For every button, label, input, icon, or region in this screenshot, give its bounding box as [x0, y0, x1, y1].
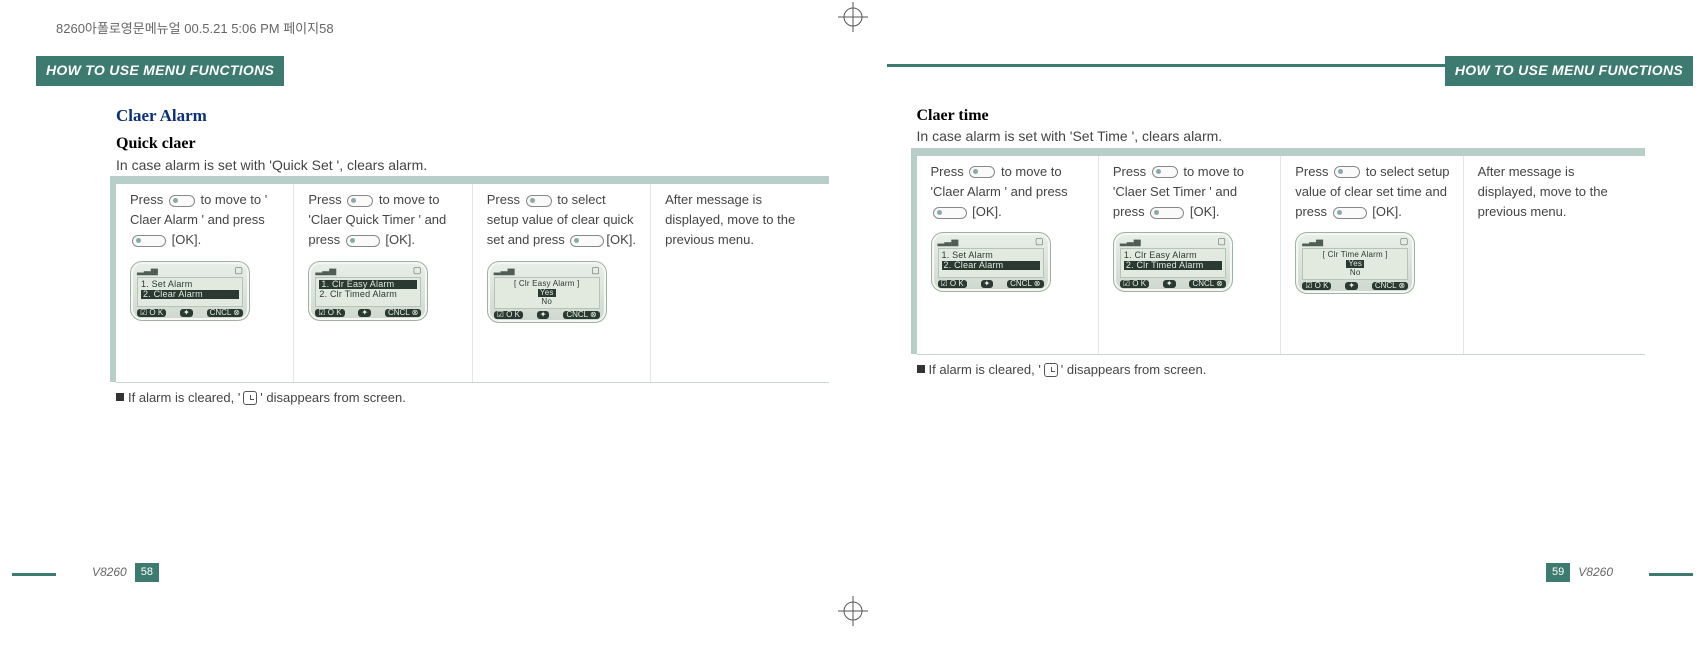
- lcd-screen: ▂▃▅▢ 1. Clr Easy Alarm2. Clr Timed Alarm…: [308, 261, 428, 321]
- step-cell: Press to select setup value of clear qui…: [472, 182, 650, 382]
- lcd-screen: ▂▃▅▢ [ Clr Easy Alarm ]YesNo ☑ O K✦CNCL …: [487, 261, 607, 323]
- alarm-clock-icon: [243, 391, 257, 405]
- crop-mark-bottom: [838, 596, 868, 626]
- page-number: 59: [1546, 563, 1570, 582]
- step-text: Press to move to 'Claer Alarm ' and pres…: [931, 162, 1086, 222]
- step-cell: Press to move to 'Claer Set Timer ' and …: [1098, 154, 1280, 354]
- page-right: HOW TO USE MENU FUNCTIONS Claer time In …: [853, 50, 1670, 590]
- steps-row: Press to move to 'Claer Alarm ' and pres…: [917, 153, 1646, 355]
- alarm-clock-icon: [1044, 363, 1058, 377]
- intro-q: 'Quick Set ': [269, 157, 339, 173]
- ok-key-icon: [132, 235, 166, 247]
- step-text: Press to move to ' Claer Alarm ' and pre…: [130, 190, 281, 250]
- lcd-screen: ▂▃▅▢ [ Clr Time Alarm ]YesNo ☑ O K✦CNCL …: [1295, 232, 1415, 294]
- section-tab: HOW TO USE MENU FUNCTIONS: [36, 56, 284, 86]
- steps-inner: Press to move to ' Claer Alarm ' and pre…: [116, 182, 829, 382]
- page-left: HOW TO USE MENU FUNCTIONS Claer Alarm Qu…: [36, 50, 853, 590]
- header-bar: HOW TO USE MENU FUNCTIONS: [877, 56, 1694, 86]
- note-a: If alarm is cleared, ': [929, 362, 1041, 377]
- intro-a: In case alarm is set with: [116, 157, 269, 173]
- note-a: If alarm is cleared, ': [128, 390, 240, 405]
- section-tab: HOW TO USE MENU FUNCTIONS: [1445, 56, 1693, 86]
- step-text: Press to select setup value of clear set…: [1295, 162, 1450, 222]
- footer-rule: [12, 573, 56, 576]
- page-footer: V8260 59: [1546, 558, 1613, 586]
- crop-mark-top: [838, 2, 868, 32]
- step-cell: Press to move to 'Claer Alarm ' and pres…: [917, 154, 1098, 354]
- footnote: If alarm is cleared, ' ' disappears from …: [116, 389, 829, 407]
- intro-a: In case alarm is set with: [917, 128, 1070, 144]
- model-label: V8260: [92, 566, 127, 578]
- page-content: Claer time In case alarm is set with 'Se…: [877, 50, 1646, 379]
- nav-key-icon: [526, 195, 552, 207]
- nav-key-icon: [1334, 166, 1360, 178]
- step-cell: Press to move to 'Claer Quick Timer ' an…: [293, 182, 471, 382]
- ok-key-icon: [933, 207, 967, 219]
- note-b: ' disappears from screen.: [1061, 362, 1207, 377]
- square-bullet-icon: [917, 365, 925, 373]
- file-header-note: 8260아폴로영문메뉴얼 00.5.21 5:06 PM 페이지58: [56, 18, 334, 37]
- footnote: If alarm is cleared, ' ' disappears from …: [917, 361, 1646, 379]
- lcd-screen: ▂▃▅▢ 1. Set Alarm2. Clear Alarm ☑ O K✦CN…: [130, 261, 250, 321]
- step-text: Press to move to 'Claer Quick Timer ' an…: [308, 190, 459, 250]
- intro-b: , clears alarm.: [1134, 128, 1222, 144]
- steps-inner: Press to move to 'Claer Alarm ' and pres…: [917, 154, 1646, 354]
- nav-key-icon: [347, 195, 373, 207]
- step-cell: After message is displayed, move to the …: [1463, 154, 1645, 354]
- subsection-title: Claer time: [917, 106, 1646, 125]
- steps-row: Press to move to ' Claer Alarm ' and pre…: [116, 181, 829, 383]
- lcd-screen: ▂▃▅▢ 1. Set Alarm2. Clear Alarm ☑ O K✦CN…: [931, 232, 1051, 292]
- ok-key-icon: [346, 235, 380, 247]
- intro-text: In case alarm is set with 'Quick Set ', …: [116, 156, 829, 176]
- ok-key-icon: [1150, 207, 1184, 219]
- model-label: V8260: [1578, 566, 1613, 578]
- ok-key-icon: [1333, 207, 1367, 219]
- step-text: After message is displayed, move to the …: [1478, 162, 1633, 222]
- page-footer: V8260 58: [92, 558, 159, 586]
- step-text: After message is displayed, move to the …: [665, 190, 816, 250]
- nav-key-icon: [1152, 166, 1178, 178]
- page-spread: HOW TO USE MENU FUNCTIONS Claer Alarm Qu…: [36, 50, 1669, 590]
- header-bar: HOW TO USE MENU FUNCTIONS: [36, 56, 853, 86]
- section-title: Claer Alarm: [116, 106, 829, 126]
- step-cell: Press to select setup value of clear set…: [1280, 154, 1462, 354]
- nav-key-icon: [169, 195, 195, 207]
- step-cell: After message is displayed, move to the …: [650, 182, 828, 382]
- step-text: Press to select setup value of clear qui…: [487, 190, 638, 250]
- ok-key-icon: [570, 235, 604, 247]
- intro-q: 'Set Time ': [1070, 128, 1134, 144]
- step-cell: Press to move to ' Claer Alarm ' and pre…: [116, 182, 293, 382]
- footer-rule: [1649, 573, 1693, 576]
- intro-text: In case alarm is set with 'Set Time ', c…: [917, 127, 1646, 147]
- square-bullet-icon: [116, 393, 124, 401]
- intro-b: , clears alarm.: [339, 157, 427, 173]
- step-text: Press to move to 'Claer Set Timer ' and …: [1113, 162, 1268, 222]
- header-rule: [887, 56, 1437, 86]
- page-content: Claer Alarm Quick claer In case alarm is…: [60, 50, 829, 407]
- page-number: 58: [135, 563, 159, 582]
- note-b: ' disappears from screen.: [260, 390, 406, 405]
- subsection-title: Quick claer: [116, 134, 829, 153]
- lcd-screen: ▂▃▅▢ 1. Clr Easy Alarm2. Clr Timed Alarm…: [1113, 232, 1233, 292]
- nav-key-icon: [969, 166, 995, 178]
